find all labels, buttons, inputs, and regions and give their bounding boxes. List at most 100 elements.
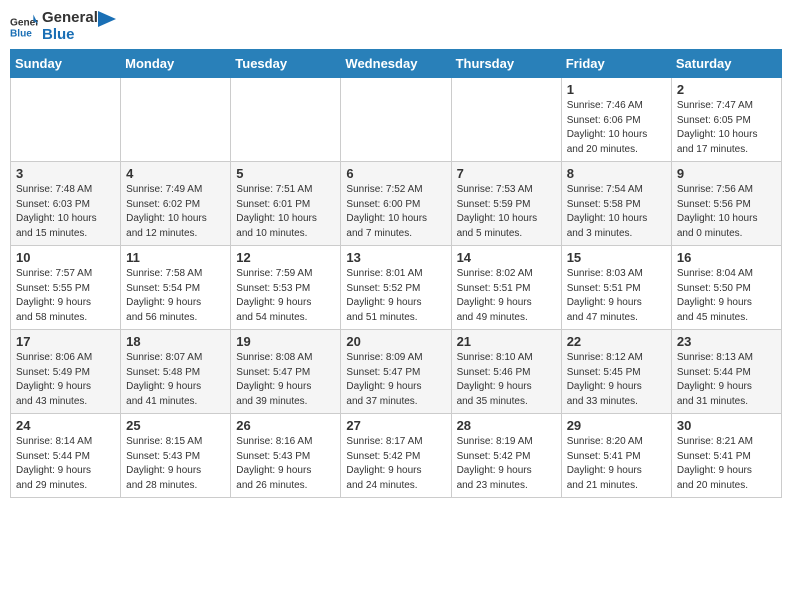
svg-text:Blue: Blue — [10, 28, 32, 39]
day-number: 10 — [16, 250, 115, 265]
day-info: Sunrise: 7:51 AM Sunset: 6:01 PM Dayligh… — [236, 183, 335, 241]
empty-cell — [11, 78, 121, 162]
day-number: 16 — [677, 250, 776, 265]
calendar-day-30: 30 Sunrise: 8:21 AM Sunset: 5:41 PM Dayli… — [671, 414, 781, 498]
day-info: Sunrise: 7:46 AM Sunset: 6:06 PM Dayligh… — [567, 99, 666, 157]
calendar-day-15: 15 Sunrise: 8:03 AM Sunset: 5:51 PM Dayli… — [561, 246, 671, 330]
empty-cell — [121, 78, 231, 162]
day-number: 7 — [457, 166, 556, 181]
day-number: 6 — [346, 166, 445, 181]
day-info: Sunrise: 7:53 AM Sunset: 5:59 PM Dayligh… — [457, 183, 556, 241]
day-info: Sunrise: 8:09 AM Sunset: 5:47 PM Dayligh… — [346, 351, 445, 409]
day-info: Sunrise: 8:16 AM Sunset: 5:43 PM Dayligh… — [236, 435, 335, 493]
day-number: 19 — [236, 334, 335, 349]
day-info: Sunrise: 7:59 AM Sunset: 5:53 PM Dayligh… — [236, 267, 335, 325]
calendar-week-row: 3 Sunrise: 7:48 AM Sunset: 6:03 PM Daylig… — [11, 162, 782, 246]
day-info: Sunrise: 8:04 AM Sunset: 5:50 PM Dayligh… — [677, 267, 776, 325]
day-number: 28 — [457, 418, 556, 433]
day-number: 9 — [677, 166, 776, 181]
empty-cell — [451, 78, 561, 162]
calendar-day-16: 16 Sunrise: 8:04 AM Sunset: 5:50 PM Dayli… — [671, 246, 781, 330]
calendar-day-29: 29 Sunrise: 8:20 AM Sunset: 5:41 PM Dayli… — [561, 414, 671, 498]
day-number: 25 — [126, 418, 225, 433]
day-number: 5 — [236, 166, 335, 181]
day-info: Sunrise: 8:10 AM Sunset: 5:46 PM Dayligh… — [457, 351, 556, 409]
logo-flag-icon — [98, 11, 116, 35]
day-number: 26 — [236, 418, 335, 433]
calendar-day-27: 27 Sunrise: 8:17 AM Sunset: 5:42 PM Dayli… — [341, 414, 451, 498]
day-number: 3 — [16, 166, 115, 181]
day-number: 2 — [677, 82, 776, 97]
calendar-day-20: 20 Sunrise: 8:09 AM Sunset: 5:47 PM Dayli… — [341, 330, 451, 414]
day-number: 15 — [567, 250, 666, 265]
col-header-friday: Friday — [561, 50, 671, 78]
day-number: 24 — [16, 418, 115, 433]
calendar-day-19: 19 Sunrise: 8:08 AM Sunset: 5:47 PM Dayli… — [231, 330, 341, 414]
day-number: 29 — [567, 418, 666, 433]
calendar-day-12: 12 Sunrise: 7:59 AM Sunset: 5:53 PM Dayli… — [231, 246, 341, 330]
col-header-thursday: Thursday — [451, 50, 561, 78]
calendar-day-6: 6 Sunrise: 7:52 AM Sunset: 6:00 PM Daylig… — [341, 162, 451, 246]
calendar-day-24: 24 Sunrise: 8:14 AM Sunset: 5:44 PM Dayli… — [11, 414, 121, 498]
day-info: Sunrise: 8:20 AM Sunset: 5:41 PM Dayligh… — [567, 435, 666, 493]
calendar-day-8: 8Sunrise: 7:54 AM Sunset: 5:58 PM Daylig… — [561, 162, 671, 246]
day-info: Sunrise: 8:03 AM Sunset: 5:51 PM Dayligh… — [567, 267, 666, 325]
calendar-day-14: 14Sunrise: 8:02 AM Sunset: 5:51 PM Dayli… — [451, 246, 561, 330]
day-info: Sunrise: 8:02 AM Sunset: 5:51 PM Dayligh… — [457, 267, 556, 325]
day-number: 23 — [677, 334, 776, 349]
calendar-day-10: 10 Sunrise: 7:57 AM Sunset: 5:55 PM Dayli… — [11, 246, 121, 330]
calendar-day-28: 28 Sunrise: 8:19 AM Sunset: 5:42 PM Dayli… — [451, 414, 561, 498]
day-info: Sunrise: 8:08 AM Sunset: 5:47 PM Dayligh… — [236, 351, 335, 409]
logo-blue-text: Blue — [42, 27, 98, 44]
day-info: Sunrise: 8:17 AM Sunset: 5:42 PM Dayligh… — [346, 435, 445, 493]
day-number: 30 — [677, 418, 776, 433]
calendar-day-23: 23Sunrise: 8:13 AM Sunset: 5:44 PM Dayli… — [671, 330, 781, 414]
day-number: 1 — [567, 82, 666, 97]
day-info: Sunrise: 8:07 AM Sunset: 5:48 PM Dayligh… — [126, 351, 225, 409]
day-info: Sunrise: 8:01 AM Sunset: 5:52 PM Dayligh… — [346, 267, 445, 325]
calendar-day-17: 17Sunrise: 8:06 AM Sunset: 5:49 PM Dayli… — [11, 330, 121, 414]
calendar-day-3: 3 Sunrise: 7:48 AM Sunset: 6:03 PM Daylig… — [11, 162, 121, 246]
col-header-tuesday: Tuesday — [231, 50, 341, 78]
calendar-week-row: 1 Sunrise: 7:46 AM Sunset: 6:06 PM Daylig… — [11, 78, 782, 162]
calendar-week-row: 17Sunrise: 8:06 AM Sunset: 5:49 PM Dayli… — [11, 330, 782, 414]
day-info: Sunrise: 7:57 AM Sunset: 5:55 PM Dayligh… — [16, 267, 115, 325]
logo: General Blue General Blue — [10, 10, 116, 43]
day-number: 12 — [236, 250, 335, 265]
day-info: Sunrise: 7:58 AM Sunset: 5:54 PM Dayligh… — [126, 267, 225, 325]
day-number: 13 — [346, 250, 445, 265]
calendar-day-2: 2Sunrise: 7:47 AM Sunset: 6:05 PM Daylig… — [671, 78, 781, 162]
calendar-day-9: 9 Sunrise: 7:56 AM Sunset: 5:56 PM Daylig… — [671, 162, 781, 246]
calendar-week-row: 24 Sunrise: 8:14 AM Sunset: 5:44 PM Dayli… — [11, 414, 782, 498]
day-number: 27 — [346, 418, 445, 433]
day-number: 20 — [346, 334, 445, 349]
col-header-monday: Monday — [121, 50, 231, 78]
calendar-day-4: 4Sunrise: 7:49 AM Sunset: 6:02 PM Daylig… — [121, 162, 231, 246]
day-number: 4 — [126, 166, 225, 181]
logo-icon: General Blue — [10, 13, 38, 41]
day-info: Sunrise: 7:56 AM Sunset: 5:56 PM Dayligh… — [677, 183, 776, 241]
calendar-day-25: 25 Sunrise: 8:15 AM Sunset: 5:43 PM Dayli… — [121, 414, 231, 498]
empty-cell — [341, 78, 451, 162]
calendar-day-1: 1 Sunrise: 7:46 AM Sunset: 6:06 PM Daylig… — [561, 78, 671, 162]
page-header: General Blue General Blue — [10, 10, 782, 43]
calendar-day-21: 21 Sunrise: 8:10 AM Sunset: 5:46 PM Dayli… — [451, 330, 561, 414]
calendar-day-26: 26 Sunrise: 8:16 AM Sunset: 5:43 PM Dayli… — [231, 414, 341, 498]
day-info: Sunrise: 8:15 AM Sunset: 5:43 PM Dayligh… — [126, 435, 225, 493]
calendar-day-5: 5 Sunrise: 7:51 AM Sunset: 6:01 PM Daylig… — [231, 162, 341, 246]
day-number: 22 — [567, 334, 666, 349]
day-info: Sunrise: 7:52 AM Sunset: 6:00 PM Dayligh… — [346, 183, 445, 241]
day-info: Sunrise: 8:21 AM Sunset: 5:41 PM Dayligh… — [677, 435, 776, 493]
calendar-day-11: 11 Sunrise: 7:58 AM Sunset: 5:54 PM Dayli… — [121, 246, 231, 330]
day-info: Sunrise: 8:14 AM Sunset: 5:44 PM Dayligh… — [16, 435, 115, 493]
col-header-sunday: Sunday — [11, 50, 121, 78]
day-number: 17 — [16, 334, 115, 349]
day-number: 21 — [457, 334, 556, 349]
day-info: Sunrise: 8:19 AM Sunset: 5:42 PM Dayligh… — [457, 435, 556, 493]
day-number: 11 — [126, 250, 225, 265]
day-info: Sunrise: 8:12 AM Sunset: 5:45 PM Dayligh… — [567, 351, 666, 409]
calendar-table: SundayMondayTuesdayWednesdayThursdayFrid… — [10, 49, 782, 498]
day-info: Sunrise: 7:54 AM Sunset: 5:58 PM Dayligh… — [567, 183, 666, 241]
empty-cell — [231, 78, 341, 162]
day-info: Sunrise: 7:48 AM Sunset: 6:03 PM Dayligh… — [16, 183, 115, 241]
